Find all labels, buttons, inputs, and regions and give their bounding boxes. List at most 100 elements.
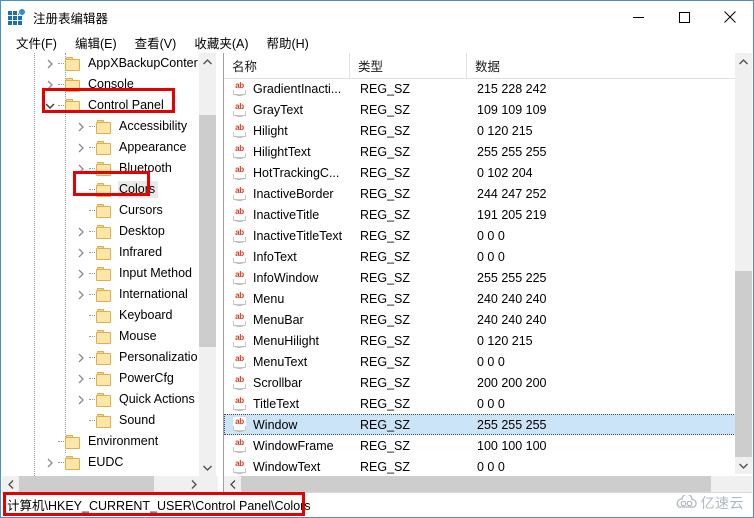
chevron-right-icon[interactable] (73, 347, 89, 368)
chevron-right-icon[interactable] (73, 368, 89, 389)
column-header-data[interactable]: 数据 (467, 53, 752, 78)
cell-value-data: 191 205 219 (477, 207, 547, 222)
table-row[interactable]: ab Scrollbar REG_SZ 200 200 200 (224, 372, 752, 393)
folder-icon (96, 329, 113, 344)
cell-value-type: REG_SZ (360, 186, 411, 201)
minimize-button[interactable] (615, 1, 661, 33)
table-row[interactable]: ab HotTrackingC... REG_SZ 0 102 204 (224, 162, 752, 183)
tree-item-bluetooth[interactable]: Bluetooth (2, 158, 199, 179)
table-row[interactable]: ab MenuText REG_SZ 0 0 0 (224, 351, 752, 372)
chevron-right-icon[interactable] (42, 74, 58, 95)
tree-item-input-method[interactable]: Input Method (2, 263, 199, 284)
tree-scroll-down-button[interactable] (199, 459, 216, 476)
tree-vertical-scrollbar[interactable] (198, 53, 216, 476)
tree-horizontal-scrollbar[interactable] (2, 476, 218, 493)
table-row[interactable]: ab GrayText REG_SZ 109 109 109 (224, 99, 752, 120)
tree-item-appearance[interactable]: Appearance (2, 137, 199, 158)
table-row[interactable]: ab WindowFrame REG_SZ 100 100 100 (224, 435, 752, 456)
menu-item-favorites[interactable]: 收藏夹(A) (185, 31, 257, 55)
tree-item-eudc[interactable]: EUDC (2, 452, 199, 473)
cell-value-type: REG_SZ (360, 459, 411, 474)
tree-connector (89, 137, 96, 158)
tree-item-powercfg[interactable]: PowerCfg (2, 368, 199, 389)
chevron-right-icon[interactable] (73, 242, 89, 263)
table-row[interactable]: ab Window REG_SZ 255 255 255 (224, 414, 752, 435)
menu-item-view[interactable]: 查看(V) (126, 31, 186, 55)
list-hscroll-thumb[interactable] (241, 476, 711, 493)
maximize-button[interactable] (661, 1, 707, 33)
tree-item-label: Quick Actions (119, 392, 195, 406)
tree-item-cursors[interactable]: Cursors (2, 200, 199, 221)
tree-scroll-thumb[interactable] (199, 115, 216, 347)
tree-item-label: Environment (88, 434, 159, 448)
chevron-right-icon[interactable] (73, 263, 89, 284)
chevron-right-icon[interactable] (73, 284, 89, 305)
tree-hscroll-thumb[interactable] (19, 476, 154, 493)
column-header-name[interactable]: 名称 (224, 53, 350, 78)
table-row[interactable]: ab Menu REG_SZ 240 240 240 (224, 288, 752, 309)
tree-connector (89, 326, 96, 347)
table-row[interactable]: ab HilightText REG_SZ 255 255 255 (224, 141, 752, 162)
table-row[interactable]: ab InactiveTitleText REG_SZ 0 0 0 (224, 225, 752, 246)
tree-scroll-right-button[interactable] (185, 476, 202, 493)
registry-values-list[interactable]: ab GradientInacti... REG_SZ 215 228 242 ab Gr… (224, 78, 752, 474)
table-row[interactable]: ab MenuHilight REG_SZ 0 120 215 (224, 330, 752, 351)
menu-item-help[interactable]: 帮助(H) (257, 31, 317, 55)
tree-item-personalization[interactable]: Personalization (2, 347, 199, 368)
tree-scroll-left-button[interactable] (2, 476, 19, 493)
tree-toggle-placeholder (73, 200, 89, 221)
tree-item-desktop[interactable]: Desktop (2, 221, 199, 242)
tree-item-accessibility[interactable]: Accessibility (2, 116, 199, 137)
cell-value-type: REG_SZ (360, 354, 411, 369)
registry-tree-panel: AppXBackupConter Console Control Panel Acce… (2, 53, 218, 493)
table-row[interactable]: ab InactiveTitle REG_SZ 191 205 219 (224, 204, 752, 225)
cell-value-type: REG_SZ (360, 207, 411, 222)
close-button[interactable] (707, 1, 753, 33)
table-row[interactable]: ab GradientInacti... REG_SZ 215 228 242 (224, 78, 752, 99)
chevron-right-icon[interactable] (42, 452, 58, 473)
string-value-icon: ab (233, 102, 248, 117)
table-row[interactable]: ab InactiveBorder REG_SZ 244 247 252 (224, 183, 752, 204)
tree-toggle-placeholder (42, 431, 58, 452)
table-row[interactable]: ab MenuBar REG_SZ 240 240 240 (224, 309, 752, 330)
tree-item-sound[interactable]: Sound (2, 410, 199, 431)
list-vertical-scrollbar[interactable] (735, 53, 752, 474)
chevron-right-icon[interactable] (73, 389, 89, 410)
folder-icon (96, 245, 113, 260)
table-row[interactable]: ab Hilight REG_SZ 0 120 215 (224, 120, 752, 141)
menu-item-file[interactable]: 文件(F) (7, 31, 66, 55)
tree-item-keyboard[interactable]: Keyboard (2, 305, 199, 326)
tree-item-control-panel[interactable]: Control Panel (2, 95, 199, 116)
tree-item-infrared[interactable]: Infrared (2, 242, 199, 263)
tree-item-mouse[interactable]: Mouse (2, 326, 199, 347)
tree-item-appxbackupconter[interactable]: AppXBackupConter (2, 53, 199, 74)
tree-item-console[interactable]: Console (2, 74, 199, 95)
list-scroll-left-button[interactable] (224, 476, 241, 493)
chevron-right-icon[interactable] (73, 116, 89, 137)
tree-item-environment[interactable]: Environment (2, 431, 199, 452)
list-scroll-thumb[interactable] (735, 271, 752, 457)
tree-item-quick-actions[interactable]: Quick Actions (2, 389, 199, 410)
table-row[interactable]: ab InfoWindow REG_SZ 255 255 225 (224, 267, 752, 288)
chevron-right-icon[interactable] (42, 53, 58, 74)
chevron-down-icon[interactable] (42, 95, 58, 116)
table-row[interactable]: ab TitleText REG_SZ 0 0 0 (224, 393, 752, 414)
list-scroll-up-button[interactable] (735, 53, 752, 70)
tree-connector (89, 284, 96, 305)
tree-item-international[interactable]: International (2, 284, 199, 305)
table-row[interactable]: ab WindowText REG_SZ 0 0 0 (224, 456, 752, 474)
tree-scroll-up-button[interactable] (199, 53, 216, 70)
column-header-type[interactable]: 类型 (350, 53, 467, 78)
list-scroll-down-button[interactable] (735, 457, 752, 474)
table-row[interactable]: ab InfoText REG_SZ 0 0 0 (224, 246, 752, 267)
registry-tree[interactable]: AppXBackupConter Console Control Panel Acce… (2, 53, 199, 476)
cell-value-type: REG_SZ (360, 249, 411, 264)
chevron-right-icon[interactable] (73, 137, 89, 158)
chevron-right-icon[interactable] (73, 158, 89, 179)
list-horizontal-scrollbar[interactable] (224, 476, 752, 493)
chevron-right-icon[interactable] (73, 221, 89, 242)
cell-value-name: GrayText (253, 102, 304, 117)
menu-item-edit[interactable]: 编辑(E) (66, 31, 126, 55)
tree-connector (89, 368, 96, 389)
tree-item-colors[interactable]: Colors (2, 179, 199, 200)
